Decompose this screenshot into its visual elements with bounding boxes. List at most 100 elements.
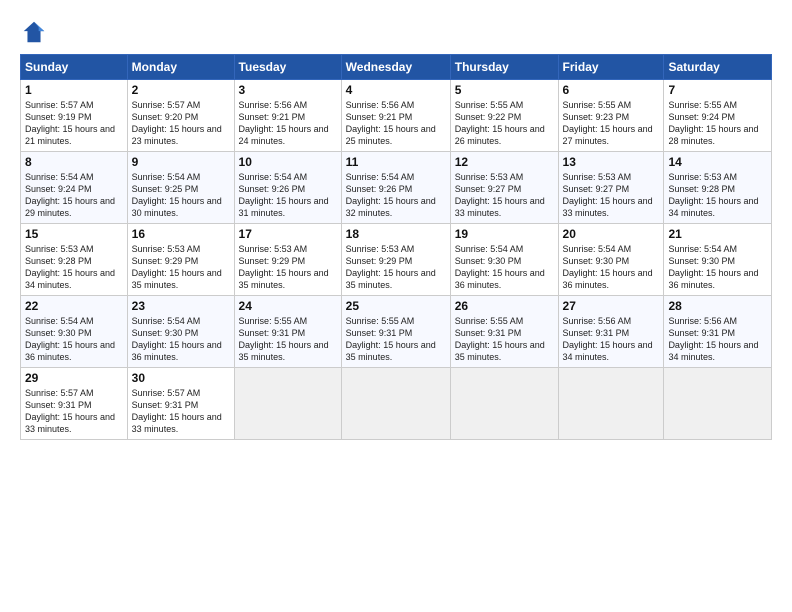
calendar-cell: 3 Sunrise: 5:56 AMSunset: 9:21 PMDaylight… <box>234 80 341 152</box>
day-number: 21 <box>668 227 767 241</box>
calendar-week-4: 22 Sunrise: 5:54 AMSunset: 9:30 PMDayligh… <box>21 296 772 368</box>
day-number: 30 <box>132 371 230 385</box>
calendar-cell: 9 Sunrise: 5:54 AMSunset: 9:25 PMDaylight… <box>127 152 234 224</box>
calendar-cell: 22Sunrise: 5:54 AMSunset: 9:30 PMDayligh… <box>21 296 128 368</box>
day-number: 3 <box>239 83 337 97</box>
calendar-cell: 4 Sunrise: 5:56 AMSunset: 9:21 PMDaylight… <box>341 80 450 152</box>
logo <box>20 18 52 46</box>
cell-info: Sunrise: 5:55 AMSunset: 9:23 PMDaylight:… <box>563 100 653 146</box>
cell-info: Sunrise: 5:54 AMSunset: 9:30 PMDaylight:… <box>132 316 222 362</box>
cell-info: Sunrise: 5:53 AMSunset: 9:28 PMDaylight:… <box>25 244 115 290</box>
calendar-cell: 19 Sunrise: 5:54 AMSunset: 9:30 PMDayligh… <box>450 224 558 296</box>
column-header-tuesday: Tuesday <box>234 55 341 80</box>
cell-info: Sunrise: 5:53 AMSunset: 9:27 PMDaylight:… <box>563 172 653 218</box>
cell-info: Sunrise: 5:57 AMSunset: 9:31 PMDaylight:… <box>25 388 115 434</box>
day-number: 15 <box>25 227 123 241</box>
calendar-cell: 24 Sunrise: 5:55 AMSunset: 9:31 PMDayligh… <box>234 296 341 368</box>
calendar-cell: 27Sunrise: 5:56 AMSunset: 9:31 PMDayligh… <box>558 296 664 368</box>
day-number: 22 <box>25 299 123 313</box>
calendar-cell: 18 Sunrise: 5:53 AMSunset: 9:29 PMDayligh… <box>341 224 450 296</box>
calendar-cell: 16 Sunrise: 5:53 AMSunset: 9:29 PMDayligh… <box>127 224 234 296</box>
cell-info: Sunrise: 5:56 AMSunset: 9:21 PMDaylight:… <box>239 100 329 146</box>
day-number: 19 <box>455 227 554 241</box>
calendar-cell: 21 Sunrise: 5:54 AMSunset: 9:30 PMDayligh… <box>664 224 772 296</box>
column-header-monday: Monday <box>127 55 234 80</box>
day-number: 4 <box>346 83 446 97</box>
calendar-cell: 23 Sunrise: 5:54 AMSunset: 9:30 PMDayligh… <box>127 296 234 368</box>
cell-info: Sunrise: 5:54 AMSunset: 9:26 PMDaylight:… <box>239 172 329 218</box>
calendar-cell: 25 Sunrise: 5:55 AMSunset: 9:31 PMDayligh… <box>341 296 450 368</box>
day-number: 18 <box>346 227 446 241</box>
day-number: 20 <box>563 227 660 241</box>
calendar-cell: 20 Sunrise: 5:54 AMSunset: 9:30 PMDayligh… <box>558 224 664 296</box>
calendar-header-row: SundayMondayTuesdayWednesdayThursdayFrid… <box>21 55 772 80</box>
day-number: 25 <box>346 299 446 313</box>
cell-info: Sunrise: 5:55 AMSunset: 9:31 PMDaylight:… <box>455 316 545 362</box>
cell-info: Sunrise: 5:53 AMSunset: 9:29 PMDaylight:… <box>239 244 329 290</box>
calendar-cell: 2 Sunrise: 5:57 AMSunset: 9:20 PMDaylight… <box>127 80 234 152</box>
cell-info: Sunrise: 5:57 AMSunset: 9:31 PMDaylight:… <box>132 388 222 434</box>
day-number: 12 <box>455 155 554 169</box>
calendar-week-1: 1 Sunrise: 5:57 AMSunset: 9:19 PMDaylight… <box>21 80 772 152</box>
cell-info: Sunrise: 5:54 AMSunset: 9:26 PMDaylight:… <box>346 172 436 218</box>
cell-info: Sunrise: 5:56 AMSunset: 9:31 PMDaylight:… <box>563 316 653 362</box>
cell-info: Sunrise: 5:55 AMSunset: 9:31 PMDaylight:… <box>346 316 436 362</box>
cell-info: Sunrise: 5:55 AMSunset: 9:24 PMDaylight:… <box>668 100 758 146</box>
calendar-week-2: 8 Sunrise: 5:54 AMSunset: 9:24 PMDaylight… <box>21 152 772 224</box>
cell-info: Sunrise: 5:53 AMSunset: 9:29 PMDaylight:… <box>132 244 222 290</box>
cell-info: Sunrise: 5:57 AMSunset: 9:19 PMDaylight:… <box>25 100 115 146</box>
calendar-cell: 10 Sunrise: 5:54 AMSunset: 9:26 PMDayligh… <box>234 152 341 224</box>
calendar-cell <box>558 368 664 440</box>
cell-info: Sunrise: 5:53 AMSunset: 9:28 PMDaylight:… <box>668 172 758 218</box>
calendar-table: SundayMondayTuesdayWednesdayThursdayFrid… <box>20 54 772 440</box>
day-number: 23 <box>132 299 230 313</box>
day-number: 16 <box>132 227 230 241</box>
column-header-friday: Friday <box>558 55 664 80</box>
cell-info: Sunrise: 5:53 AMSunset: 9:27 PMDaylight:… <box>455 172 545 218</box>
page: SundayMondayTuesdayWednesdayThursdayFrid… <box>0 0 792 612</box>
calendar-cell: 14Sunrise: 5:53 AMSunset: 9:28 PMDayligh… <box>664 152 772 224</box>
day-number: 8 <box>25 155 123 169</box>
day-number: 9 <box>132 155 230 169</box>
cell-info: Sunrise: 5:54 AMSunset: 9:30 PMDaylight:… <box>563 244 653 290</box>
calendar-cell <box>341 368 450 440</box>
calendar-cell: 30 Sunrise: 5:57 AMSunset: 9:31 PMDayligh… <box>127 368 234 440</box>
calendar-cell: 29 Sunrise: 5:57 AMSunset: 9:31 PMDayligh… <box>21 368 128 440</box>
day-number: 11 <box>346 155 446 169</box>
calendar-cell: 1 Sunrise: 5:57 AMSunset: 9:19 PMDaylight… <box>21 80 128 152</box>
cell-info: Sunrise: 5:54 AMSunset: 9:24 PMDaylight:… <box>25 172 115 218</box>
day-number: 1 <box>25 83 123 97</box>
day-number: 29 <box>25 371 123 385</box>
day-number: 28 <box>668 299 767 313</box>
column-header-wednesday: Wednesday <box>341 55 450 80</box>
header <box>20 18 772 46</box>
cell-info: Sunrise: 5:56 AMSunset: 9:31 PMDaylight:… <box>668 316 758 362</box>
cell-info: Sunrise: 5:53 AMSunset: 9:29 PMDaylight:… <box>346 244 436 290</box>
day-number: 10 <box>239 155 337 169</box>
cell-info: Sunrise: 5:54 AMSunset: 9:25 PMDaylight:… <box>132 172 222 218</box>
calendar-cell: 17Sunrise: 5:53 AMSunset: 9:29 PMDayligh… <box>234 224 341 296</box>
column-header-thursday: Thursday <box>450 55 558 80</box>
calendar-week-3: 15 Sunrise: 5:53 AMSunset: 9:28 PMDayligh… <box>21 224 772 296</box>
cell-info: Sunrise: 5:55 AMSunset: 9:31 PMDaylight:… <box>239 316 329 362</box>
cell-info: Sunrise: 5:54 AMSunset: 9:30 PMDaylight:… <box>455 244 545 290</box>
cell-info: Sunrise: 5:56 AMSunset: 9:21 PMDaylight:… <box>346 100 436 146</box>
calendar-cell <box>234 368 341 440</box>
day-number: 6 <box>563 83 660 97</box>
calendar-cell: 11 Sunrise: 5:54 AMSunset: 9:26 PMDayligh… <box>341 152 450 224</box>
column-header-sunday: Sunday <box>21 55 128 80</box>
calendar-cell <box>664 368 772 440</box>
cell-info: Sunrise: 5:54 AMSunset: 9:30 PMDaylight:… <box>668 244 758 290</box>
column-header-saturday: Saturday <box>664 55 772 80</box>
logo-icon <box>20 18 48 46</box>
day-number: 2 <box>132 83 230 97</box>
calendar-cell <box>450 368 558 440</box>
calendar-cell: 12 Sunrise: 5:53 AMSunset: 9:27 PMDayligh… <box>450 152 558 224</box>
calendar-week-5: 29 Sunrise: 5:57 AMSunset: 9:31 PMDayligh… <box>21 368 772 440</box>
day-number: 13 <box>563 155 660 169</box>
cell-info: Sunrise: 5:57 AMSunset: 9:20 PMDaylight:… <box>132 100 222 146</box>
day-number: 24 <box>239 299 337 313</box>
calendar-cell: 15 Sunrise: 5:53 AMSunset: 9:28 PMDayligh… <box>21 224 128 296</box>
calendar-cell: 26Sunrise: 5:55 AMSunset: 9:31 PMDayligh… <box>450 296 558 368</box>
cell-info: Sunrise: 5:55 AMSunset: 9:22 PMDaylight:… <box>455 100 545 146</box>
